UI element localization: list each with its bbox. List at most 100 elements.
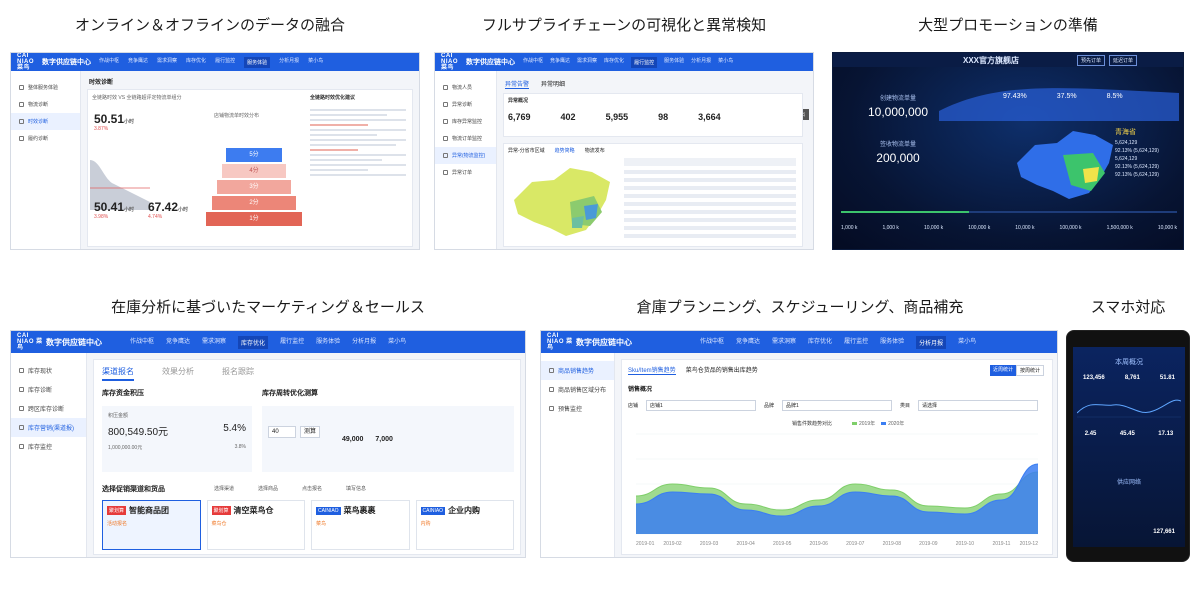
mobile-stat: 17.13	[1158, 431, 1174, 437]
nav-item[interactable]: 作战中枢	[700, 336, 724, 349]
sidebar-item[interactable]: 异常订单	[435, 164, 496, 181]
toggle-recent-week[interactable]: 近周统计	[989, 365, 1016, 376]
subtab[interactable]: 异常-分省市区域	[508, 147, 545, 154]
caption-promotion: 大型プロモーションの準備	[918, 16, 1098, 34]
section-title: 销售概况	[628, 387, 653, 393]
nav-item[interactable]: 分析月报	[279, 57, 299, 68]
nav-item[interactable]: 竞争鹰达	[166, 336, 190, 349]
nav-item[interactable]: 服务体验	[880, 336, 904, 349]
nav-item[interactable]: 服务体验	[664, 57, 684, 68]
nav-item[interactable]: 作战中枢	[130, 336, 154, 349]
sidebar-item[interactable]: 整体服务体验	[11, 79, 80, 96]
calc-button[interactable]: 测算	[300, 426, 320, 438]
nav-item[interactable]: 分析月报	[691, 57, 711, 68]
stat-value: 3,664	[698, 112, 721, 122]
sidebar-item[interactable]: 库存现状	[11, 361, 86, 380]
node-value: 1,500,000 k	[1106, 225, 1133, 231]
menu-icon	[19, 119, 24, 124]
nav-item[interactable]: 作战中枢	[99, 57, 119, 68]
filter-select[interactable]: 请选择	[918, 400, 1039, 411]
subtab[interactable]: 物流发布	[585, 147, 605, 154]
brand-mark: CAI NIAO 菜鸟	[17, 333, 43, 351]
channel-card[interactable]: CAINIAO 菜鸟裹裹 菜鸟	[311, 500, 410, 550]
menu-icon	[443, 85, 448, 90]
menu-icon	[443, 136, 448, 141]
menu-icon	[549, 387, 554, 392]
sidebar-item-active[interactable]: 商品销售趋势	[541, 361, 614, 380]
delay-order-button[interactable]: 延迟订单	[1108, 55, 1137, 66]
channel-card[interactable]: CAINIAO 企业内购 内购	[415, 500, 514, 550]
nav-item[interactable]: 菜小鸟	[718, 57, 733, 68]
sidebar-item[interactable]: 库存监控	[11, 437, 86, 456]
tab-analysis[interactable]: 效果分析	[162, 366, 194, 381]
step: 选择渠道	[214, 486, 235, 492]
metric-label: 创建物流单量	[879, 96, 916, 102]
step-bar: 选择渠道 选择商品 点击报名 填写信息	[214, 485, 366, 492]
tab-details[interactable]: 异常明细	[541, 79, 565, 89]
days-input[interactable]: 40	[268, 426, 296, 438]
x-tick-label: 2019-12	[1020, 541, 1039, 547]
tab-tracking[interactable]: 报名跟踪	[222, 366, 254, 381]
toggle-by-week[interactable]: 按周统计	[1015, 365, 1044, 376]
sidebar-item[interactable]: 跨区库存诊断	[11, 399, 86, 418]
nav-item[interactable]: 履行监控	[280, 336, 304, 349]
filter-label: 品牌	[764, 403, 775, 409]
nav-item-active[interactable]: 库存优化	[238, 335, 269, 349]
mobile-stat-row: 2.45 45.45 17.13	[1073, 431, 1185, 437]
nav-item[interactable]: 库存优化	[604, 57, 624, 68]
step: 填写信息	[346, 486, 367, 492]
tab-warehouse-trend[interactable]: 菜鸟仓货品的销售出库趋势	[686, 365, 758, 375]
tab-alerts[interactable]: 异常告警	[505, 79, 530, 89]
channel-tag: 聚划算	[107, 506, 127, 515]
channel-name: 智能商品团	[129, 506, 170, 515]
kpi-delta: 3.98%	[94, 214, 109, 220]
sidebar-item[interactable]: 预售监控	[541, 399, 614, 418]
nav-item[interactable]: 作战中枢	[523, 57, 543, 68]
sidebar-item[interactable]: 物流订单监控	[435, 130, 496, 147]
nav-item[interactable]: 竞争鹰达	[550, 57, 570, 68]
tab-sku-trend[interactable]: Sku/Item销售趋势	[628, 365, 676, 375]
nav-item[interactable]: 需求洞察	[157, 57, 177, 68]
sidebar-item[interactable]: 商品销售区域分布	[541, 380, 614, 399]
tab-bar: Sku/Item销售趋势 菜鸟仓货品的销售出库趋势	[628, 365, 758, 375]
nav-item[interactable]: 需求洞察	[772, 336, 796, 349]
filter-select[interactable]: 店铺1	[646, 400, 757, 411]
nav-item[interactable]: 履行监控	[215, 57, 235, 68]
nav-item[interactable]: 菜小鸟	[958, 336, 976, 349]
sidebar-item[interactable]: 异常诊断	[435, 96, 496, 113]
channel-name: 企业内购	[448, 506, 481, 515]
nav-item[interactable]: 需求洞察	[202, 336, 226, 349]
nav-item[interactable]: 服务体验	[316, 336, 340, 349]
nav-item[interactable]: 菜小鸟	[388, 336, 406, 349]
sidebar-item-active[interactable]: 时效诊断	[11, 113, 80, 130]
nav-item-active[interactable]: 履行监控	[631, 56, 658, 68]
sidebar-item[interactable]: 库存诊断	[11, 380, 86, 399]
nav-item[interactable]: 分析月报	[352, 336, 376, 349]
nav-item[interactable]: 库存优化	[808, 336, 832, 349]
nav-item[interactable]: 竞争鹰达	[128, 57, 148, 68]
nav-item[interactable]: 需求洞察	[577, 57, 597, 68]
nav-item[interactable]: 履行监控	[844, 336, 868, 349]
china-map-graphic	[514, 168, 610, 236]
channel-sub: 菜鸟	[316, 521, 327, 527]
nav-item[interactable]: 菜小鸟	[308, 57, 323, 68]
channel-card-selected[interactable]: 聚划算 智能商品团 活动报名	[102, 500, 201, 550]
sidebar-item-active[interactable]: 库存营销(渠道报)	[11, 418, 86, 437]
sidebar-item-active[interactable]: 异常(物流监控)	[435, 147, 496, 164]
menu-icon	[19, 425, 24, 430]
nav-item[interactable]: 库存优化	[186, 57, 206, 68]
mobile-stat: 123,456	[1083, 375, 1105, 381]
nav-item-active[interactable]: 分析月报	[916, 335, 947, 349]
subtab-active[interactable]: 趋势简略	[555, 147, 575, 154]
sidebar-item[interactable]: 物流人员	[435, 79, 496, 96]
flow-band-graphic	[939, 88, 1179, 121]
sidebar-item[interactable]: 物流诊断	[11, 96, 80, 113]
tab-registration[interactable]: 渠道报名	[102, 366, 134, 381]
filter-select[interactable]: 品牌1	[782, 400, 893, 411]
nav-item-active[interactable]: 服务体验	[244, 56, 271, 68]
channel-card[interactable]: 聚划算 清空菜鸟仓 菜鸟仓	[206, 500, 305, 550]
preorder-button[interactable]: 预先订单	[1076, 55, 1105, 66]
sidebar-item[interactable]: 履约诊断	[11, 130, 80, 147]
sidebar-item[interactable]: 库存异常监控	[435, 113, 496, 130]
nav-item[interactable]: 竞争鹰达	[736, 336, 760, 349]
